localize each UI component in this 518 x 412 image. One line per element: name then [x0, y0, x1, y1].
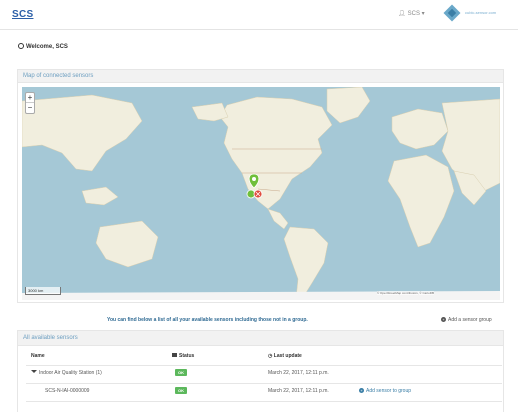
sensor-name-cell: SCS-N-IAI-0000009 [45, 388, 90, 394]
sensor-cluster-marker[interactable] [248, 173, 260, 189]
clock-icon: ◷ [268, 353, 273, 359]
map-markers-layer [246, 173, 263, 199]
sensor-map[interactable]: + − 3000 km © OpenStreetMap contributors… [22, 87, 500, 300]
column-header-status[interactable]: Status [172, 353, 194, 359]
map-scale-bar: 3000 km [25, 287, 61, 295]
status-badge: OK [175, 387, 187, 394]
status-badge: OK [175, 369, 187, 376]
plus-circle-icon: + [359, 388, 364, 393]
top-navbar: SCS 👤︎ SCS ▾ cubic-sensor.com [0, 0, 518, 30]
column-header-status-label: Status [179, 353, 195, 359]
welcome-heading: Welcome, SCS [18, 43, 68, 50]
column-header-name[interactable]: Name [31, 353, 45, 359]
sensors-panel-title: All available sensors [18, 331, 503, 346]
row-divider [26, 383, 502, 384]
add-sensor-group-label: Add a sensor group [448, 317, 492, 323]
group-name-cell[interactable]: Indoor Air Quality Station (1) [31, 370, 102, 376]
welcome-text: Welcome, SCS [26, 44, 68, 50]
status-cell: OK [175, 369, 187, 376]
add-sensor-to-group-link[interactable]: + Add sensor to group [359, 388, 411, 394]
sensors-panel: All available sensors Name Status ◷ Last… [17, 330, 504, 412]
map-panel: Map of connected sensors + − 3000 km © O… [17, 69, 504, 303]
brand-logo[interactable]: cubic-sensor.com [443, 4, 516, 24]
user-menu-label: SCS ▾ [407, 11, 425, 17]
table-row[interactable]: Indoor Air Quality Station (1) OK March … [18, 369, 503, 384]
sensor-error-marker[interactable] [253, 189, 263, 199]
column-header-last-update-label: Last update [273, 353, 302, 359]
add-sensor-to-group-label: Add sensor to group [366, 388, 412, 394]
sensors-info-text: You can find below a list of all your av… [107, 317, 308, 323]
header-divider [26, 365, 502, 366]
map-panel-title: Map of connected sensors [18, 70, 503, 83]
user-menu-dropdown[interactable]: 👤︎ SCS ▾ [398, 10, 425, 17]
column-header-last-update[interactable]: ◷ Last update [268, 353, 302, 359]
group-name: Indoor Air Quality Station (1) [39, 370, 102, 376]
app-logo-link[interactable]: SCS [12, 9, 33, 20]
last-update-cell: March 22, 2017, 12:11 p.m. [268, 370, 329, 376]
row-divider [26, 401, 502, 402]
add-sensor-group-link[interactable]: + Add a sensor group [441, 317, 492, 323]
table-row[interactable]: SCS-N-IAI-0000009 OK March 22, 2017, 12:… [18, 387, 503, 402]
status-cell: OK [175, 387, 187, 394]
last-update-cell: March 22, 2017, 12:11 p.m. [268, 388, 329, 394]
clock-icon [18, 43, 24, 49]
map-attribution[interactable]: © OpenStreetMap contributors, © CartoDB [377, 291, 434, 295]
caret-down-icon[interactable] [31, 370, 37, 373]
brand-text: cubic-sensor.com [465, 10, 497, 15]
status-column-icon [172, 353, 177, 357]
user-icon: 👤︎ [398, 11, 406, 17]
table-header-row: Name Status ◷ Last update [18, 353, 503, 363]
plus-circle-icon: + [441, 317, 446, 322]
diamond-logo-icon [443, 4, 461, 22]
